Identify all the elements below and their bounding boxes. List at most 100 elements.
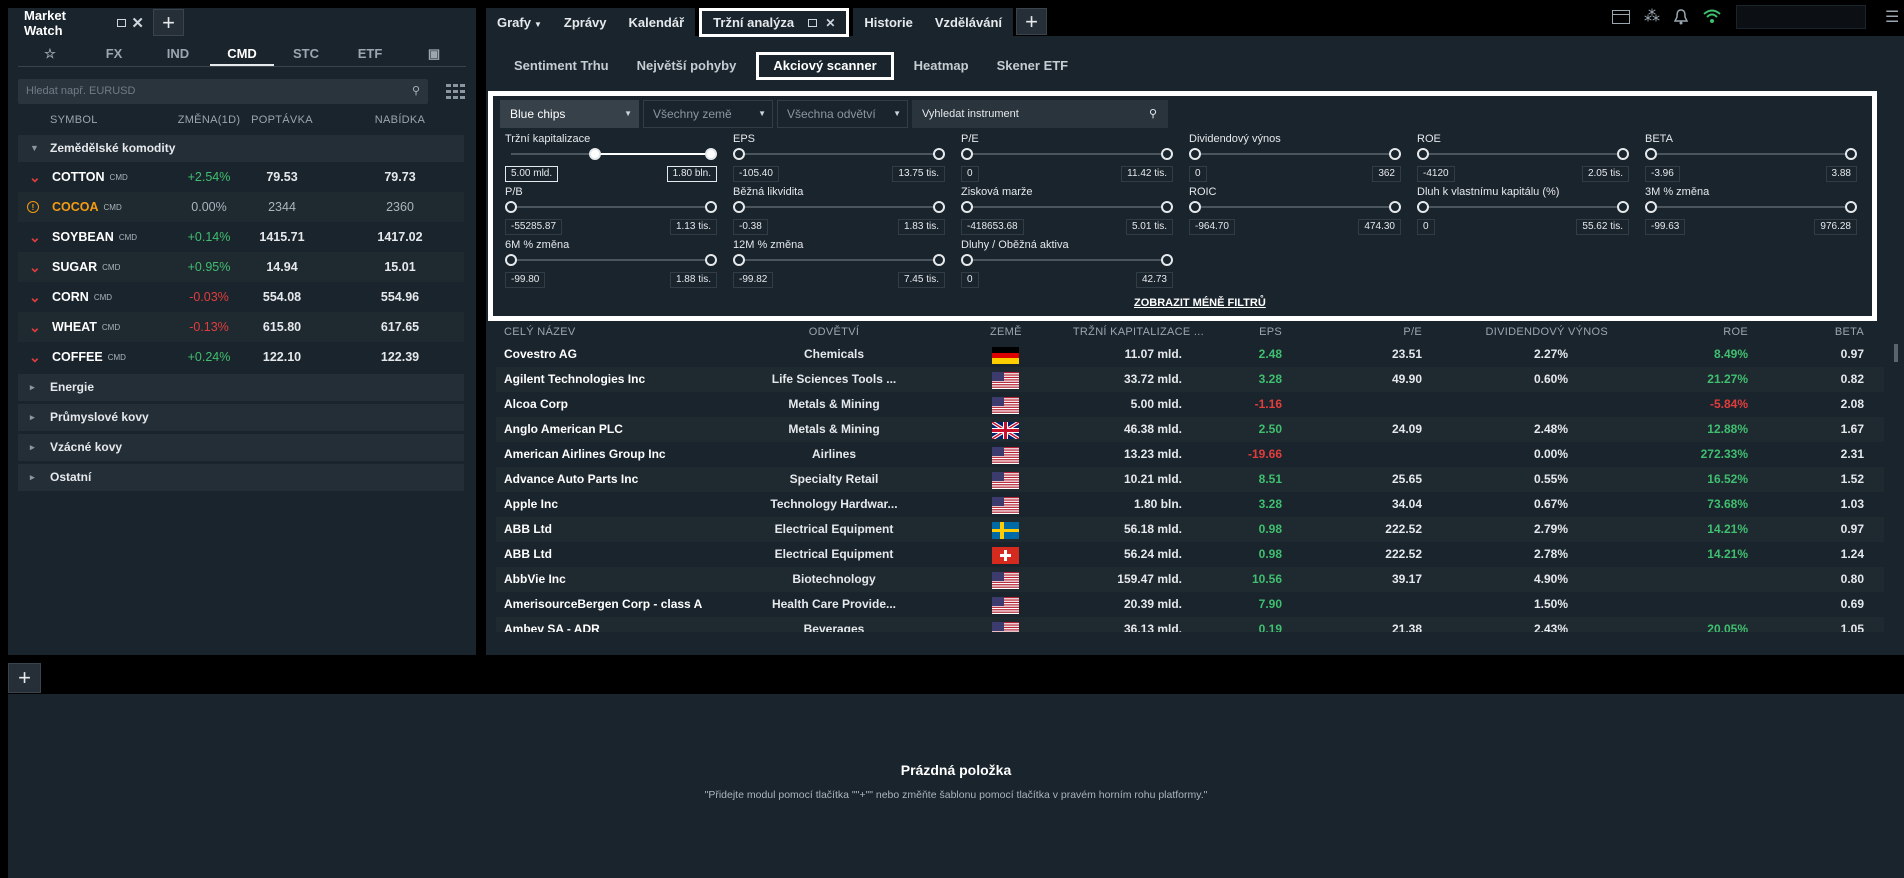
filter-min-input[interactable]: -105.40 [733, 166, 779, 182]
company-name[interactable]: Anglo American PLC [504, 417, 623, 442]
range-slider[interactable] [1189, 148, 1401, 160]
filter-max-input[interactable]: 55.62 tis. [1576, 219, 1629, 235]
company-name[interactable]: AmerisourceBergen Corp - class A [504, 592, 702, 617]
filter-cmd[interactable]: CMD [210, 42, 274, 66]
company-name[interactable]: Alcoa Corp [504, 392, 568, 417]
close-icon[interactable]: ✕ [825, 12, 835, 35]
filter-min-input[interactable]: 5.00 mld. [505, 166, 559, 182]
filter-min-input[interactable]: -99.80 [505, 272, 546, 288]
table-row[interactable]: Apple Inc Technology Hardwar... 1.80 bln. 3… [496, 492, 1884, 517]
company-name[interactable]: Agilent Technologies Inc [504, 367, 645, 392]
slider-max-handle[interactable] [1161, 201, 1173, 213]
range-slider[interactable] [505, 148, 717, 160]
slider-min-handle[interactable] [1189, 201, 1201, 213]
filter-max-input[interactable]: 1.13 tis. [669, 219, 717, 235]
bid-value[interactable]: 2344 [242, 192, 322, 222]
filter-max-input[interactable]: 2.05 tis. [1581, 166, 1629, 182]
market-row[interactable]: ⌄ COTTON CMD +2.54% 79.53 79.73 [18, 162, 464, 192]
chevron-down-icon[interactable]: ⌄ [29, 282, 41, 312]
filter-min-input[interactable]: -99.63 [1645, 219, 1686, 235]
tab-market-watch[interactable]: Market Watch ✕ [8, 8, 150, 38]
filter-min-input[interactable]: 0 [1189, 166, 1207, 182]
filter-etf[interactable]: ETF [338, 42, 402, 66]
slider-max-handle[interactable] [705, 254, 717, 266]
maximize-icon[interactable] [117, 18, 127, 27]
company-name[interactable]: Covestro AG [504, 342, 577, 367]
tab-news[interactable]: Zprávy [552, 8, 618, 37]
slider-min-handle[interactable] [733, 148, 745, 160]
slider-max-handle[interactable] [1389, 201, 1401, 213]
hamburger-menu-icon[interactable]: ☰ [1885, 7, 1899, 27]
slider-min-handle[interactable] [505, 254, 517, 266]
filter-max-input[interactable]: 976.28 [1814, 219, 1857, 235]
range-slider[interactable] [1417, 148, 1629, 160]
market-row[interactable]: ! COCOA CMD 0.00% 2344 2360 [18, 192, 464, 222]
slider-max-handle[interactable] [933, 201, 945, 213]
group-agricultural[interactable]: ▼ Zemědělské komodity [18, 135, 464, 162]
filter-min-input[interactable]: -964.70 [1189, 219, 1235, 235]
slider-max-handle[interactable] [1161, 148, 1173, 160]
group-precious-metals[interactable]: ▸ Vzácné kovy [18, 434, 464, 461]
company-name[interactable]: American Airlines Group Inc [504, 442, 666, 467]
layout-icon[interactable] [1612, 10, 1630, 24]
symbol-search-input[interactable]: Hledat např. EURUSD ⚲ [18, 79, 428, 104]
slider-min-handle[interactable] [1189, 148, 1201, 160]
table-row[interactable]: ABB Ltd Electrical Equipment 56.24 mld. 0.9… [496, 542, 1884, 567]
col-industry[interactable]: ODVĚTVÍ [714, 326, 954, 338]
add-tab-button[interactable]: + [1016, 8, 1048, 35]
filter-max-input[interactable]: 1.80 bln. [666, 166, 717, 182]
filter-min-input[interactable]: 0 [961, 272, 979, 288]
bell-icon[interactable] [1673, 9, 1689, 25]
filter-ind[interactable]: IND [146, 42, 210, 66]
filter-max-input[interactable]: 7.45 tis. [897, 272, 945, 288]
ask-value[interactable]: 79.73 [360, 162, 440, 192]
chevron-down-icon[interactable]: ⌄ [29, 312, 41, 342]
chevron-down-icon[interactable]: ⌄ [29, 252, 41, 282]
filter-max-input[interactable]: 474.30 [1358, 219, 1401, 235]
market-row[interactable]: ⌄ SOYBEAN CMD +0.14% 1415.71 1417.02 [18, 222, 464, 252]
instrument-search-input[interactable]: Vyhledat instrument ⚲ [912, 100, 1168, 128]
ask-value[interactable]: 2360 [360, 192, 440, 222]
slider-min-handle[interactable] [1645, 148, 1657, 160]
range-slider[interactable] [733, 254, 945, 266]
col-bid[interactable]: POPTÁVKA [242, 114, 322, 126]
filter-max-input[interactable]: 5.01 tis. [1125, 219, 1173, 235]
subtab-etf-scanner[interactable]: Skener ETF [983, 52, 1083, 80]
table-row[interactable]: Anglo American PLC Metals & Mining 46.38 m… [496, 417, 1884, 442]
slider-max-handle[interactable] [933, 254, 945, 266]
filter-min-input[interactable]: 0 [961, 166, 979, 182]
market-row[interactable]: ⌄ SUGAR CMD +0.95% 14.94 15.01 [18, 252, 464, 282]
chevron-down-icon[interactable]: ⌄ [29, 342, 41, 372]
slider-min-handle[interactable] [505, 201, 517, 213]
bid-value[interactable]: 615.80 [242, 312, 322, 342]
subtab-stock-scanner[interactable]: Akciový scanner [756, 52, 894, 80]
slider-min-handle[interactable] [1645, 201, 1657, 213]
ask-value[interactable]: 15.01 [360, 252, 440, 282]
col-pe[interactable]: P/E [1342, 326, 1422, 338]
range-slider[interactable] [961, 254, 1173, 266]
filter-min-input[interactable]: -3.96 [1645, 166, 1680, 182]
chevron-down-icon[interactable]: ⌄ [29, 222, 41, 252]
filter-max-input[interactable]: 11.42 tis. [1121, 166, 1173, 182]
table-row[interactable]: Alcoa Corp Metals & Mining 5.00 mld. -1.16 -… [496, 392, 1884, 417]
table-row[interactable]: AbbVie Inc Biotechnology 159.47 mld. 10.56 3… [496, 567, 1884, 592]
country-dropdown[interactable]: Všechny země ▼ [643, 100, 773, 128]
ask-value[interactable]: 617.65 [360, 312, 440, 342]
range-slider[interactable] [505, 201, 717, 213]
slider-min-handle[interactable] [961, 148, 973, 160]
market-row[interactable]: ⌄ CORN CMD -0.03% 554.08 554.96 [18, 282, 464, 312]
tab-education[interactable]: Vzdělávání [923, 8, 1014, 37]
table-row[interactable]: ABB Ltd Electrical Equipment 56.18 mld. 0.9… [496, 517, 1884, 542]
table-row[interactable]: Advance Auto Parts Inc Specialty Retail 10… [496, 467, 1884, 492]
company-name[interactable]: Ambev SA - ADR [504, 617, 600, 632]
table-row[interactable]: American Airlines Group Inc Airlines 13.23… [496, 442, 1884, 467]
slider-max-handle[interactable] [705, 201, 717, 213]
chevron-down-icon[interactable]: ⌄ [29, 162, 41, 192]
filter-max-input[interactable]: 13.75 tis. [892, 166, 945, 182]
market-row[interactable]: ⌄ WHEAT CMD -0.13% 615.80 617.65 [18, 312, 464, 342]
table-row[interactable]: Agilent Technologies Inc Life Sciences To… [496, 367, 1884, 392]
bid-value[interactable]: 79.53 [242, 162, 322, 192]
bid-value[interactable]: 1415.71 [242, 222, 322, 252]
tab-history[interactable]: Historie [853, 8, 924, 37]
filter-fx[interactable]: FX [82, 42, 146, 66]
